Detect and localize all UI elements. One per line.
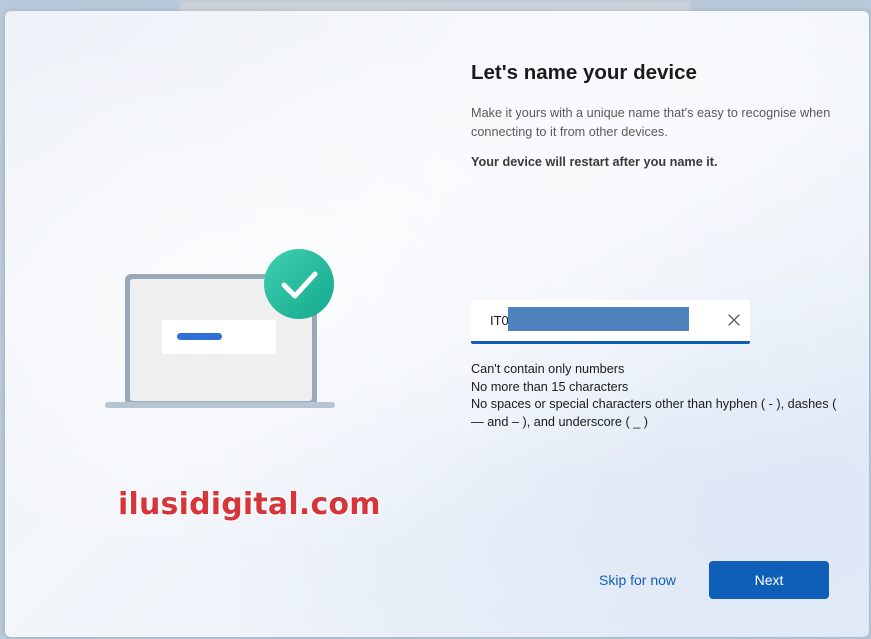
close-icon (728, 314, 740, 326)
rule-item: Can't contain only numbers (471, 362, 625, 376)
restart-warning: Your device will restart after you name … (471, 155, 718, 169)
device-name-value: IT0 (490, 313, 509, 328)
device-name-input[interactable]: IT0 (471, 300, 750, 344)
redacted-overlay (508, 307, 689, 331)
watermark-text: ilusidigital.com (118, 487, 381, 522)
page-title: Let's name your device (471, 61, 697, 84)
skip-for-now-link[interactable]: Skip for now (599, 572, 676, 588)
rule-item: No more than 15 characters (471, 379, 629, 394)
next-button[interactable]: Next (709, 561, 829, 599)
clear-input-button[interactable] (724, 310, 744, 330)
page-description: Make it yours with a unique name that's … (471, 106, 831, 139)
laptop-with-checkmark-icon (105, 249, 335, 408)
rule-item: No spaces or special characters other th… (471, 397, 837, 429)
name-requirements: Can't contain only numbers No more than … (471, 361, 851, 431)
